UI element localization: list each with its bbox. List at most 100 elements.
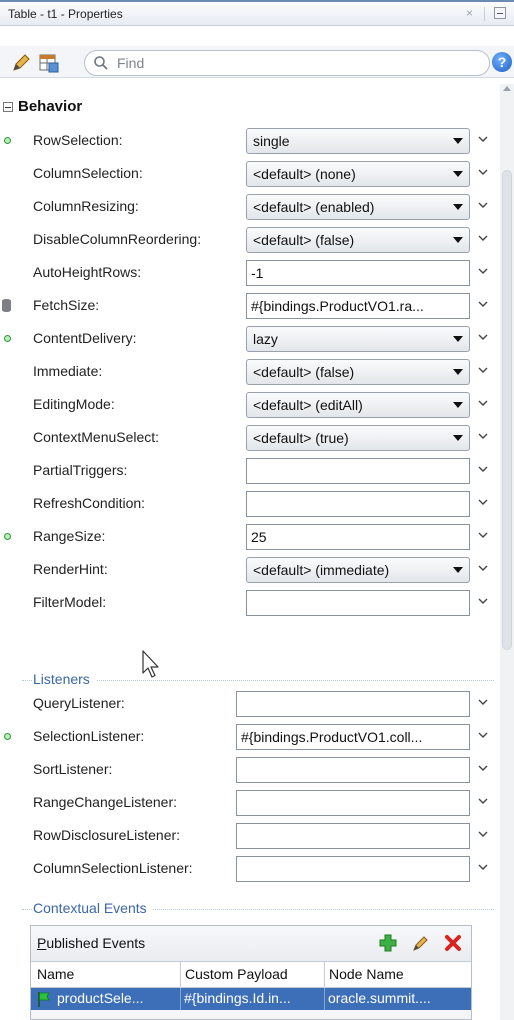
dropdown-arrow-icon[interactable] xyxy=(453,171,463,177)
chevron-down-icon[interactable] xyxy=(478,596,488,606)
title-bar: Table - t1 - Properties × xyxy=(0,0,514,26)
chevron-down-icon[interactable] xyxy=(478,530,488,540)
minimize-icon[interactable] xyxy=(494,7,506,19)
help-icon[interactable]: ? xyxy=(492,52,512,72)
property-row: SelectionListener: #{bindings.ProductVO1.… xyxy=(0,722,500,752)
event-node-cell: oracle.summit.... xyxy=(328,990,431,1006)
dropdown-arrow-icon[interactable] xyxy=(453,138,463,144)
property-input[interactable] xyxy=(236,856,470,882)
property-row: DisableColumnReordering: <default> (false… xyxy=(0,225,500,255)
property-input[interactable] xyxy=(246,491,470,517)
collapse-icon[interactable] xyxy=(3,102,13,112)
dropdown-arrow-icon[interactable] xyxy=(453,435,463,441)
property-label: ColumnResizing: xyxy=(33,198,139,214)
chevron-down-icon[interactable] xyxy=(478,563,488,573)
dropdown-value: single xyxy=(253,133,290,149)
column-header-payload[interactable]: Custom Payload xyxy=(185,966,288,982)
section-title: Behavior xyxy=(18,98,83,115)
dropdown-arrow-icon[interactable] xyxy=(453,402,463,408)
search-field[interactable] xyxy=(84,50,490,76)
table-icon[interactable] xyxy=(38,52,60,74)
chevron-down-icon[interactable] xyxy=(478,299,488,309)
chevron-down-icon[interactable] xyxy=(478,398,488,408)
chevron-down-icon[interactable] xyxy=(478,266,488,276)
property-input[interactable]: -1 xyxy=(246,260,470,286)
property-dropdown[interactable]: <default> (false) xyxy=(246,227,470,253)
property-input[interactable]: 25 xyxy=(246,524,470,550)
chevron-down-icon[interactable] xyxy=(478,431,488,441)
dropdown-arrow-icon[interactable] xyxy=(453,237,463,243)
property-row: RowDisclosureListener: xyxy=(0,821,500,851)
property-label: SelectionListener: xyxy=(33,728,145,744)
property-dropdown[interactable]: lazy xyxy=(246,326,470,352)
property-row: PartialTriggers: xyxy=(0,456,500,486)
property-dropdown[interactable]: single xyxy=(246,128,470,154)
column-divider[interactable] xyxy=(324,962,325,988)
chevron-down-icon[interactable] xyxy=(478,862,488,872)
property-input[interactable]: #{bindings.ProductVO1.coll... xyxy=(236,724,470,750)
property-label: SortListener: xyxy=(33,761,113,777)
property-dropdown[interactable]: <default> (false) xyxy=(246,359,470,385)
add-icon[interactable] xyxy=(379,934,397,952)
property-row: RangeChangeListener: xyxy=(0,788,500,818)
property-label: EditingMode: xyxy=(33,396,115,412)
dropdown-value: <default> (immediate) xyxy=(253,562,390,578)
property-input[interactable] xyxy=(236,691,470,717)
property-input[interactable]: #{bindings.ProductVO1.ra... xyxy=(246,293,470,319)
chevron-down-icon[interactable] xyxy=(478,200,488,210)
database-icon xyxy=(2,299,11,312)
property-label: ContextMenuSelect: xyxy=(33,429,160,445)
dropdown-arrow-icon[interactable] xyxy=(453,204,463,210)
properties-panel: Behavior RowSelection: single ColumnSelect… xyxy=(0,78,514,1020)
edit-icon[interactable] xyxy=(412,934,430,952)
property-input[interactable] xyxy=(246,590,470,616)
chevron-down-icon[interactable] xyxy=(478,730,488,740)
modified-indicator-icon xyxy=(4,733,11,740)
property-row: RefreshCondition: xyxy=(0,489,500,519)
listeners-subsection: Listeners xyxy=(0,669,500,691)
chevron-down-icon[interactable] xyxy=(478,365,488,375)
search-input[interactable] xyxy=(115,54,475,72)
property-dropdown[interactable]: <default> (true) xyxy=(246,425,470,451)
property-row: RowSelection: single xyxy=(0,126,500,156)
close-icon[interactable]: × xyxy=(466,6,473,20)
dropdown-arrow-icon[interactable] xyxy=(453,369,463,375)
property-label: FetchSize: xyxy=(33,297,100,313)
property-input[interactable] xyxy=(236,790,470,816)
chevron-down-icon[interactable] xyxy=(478,796,488,806)
chevron-down-icon[interactable] xyxy=(478,134,488,144)
property-row: Immediate: <default> (false) xyxy=(0,357,500,387)
property-dropdown[interactable]: <default> (none) xyxy=(246,161,470,187)
chevron-down-icon[interactable] xyxy=(478,464,488,474)
column-header-node[interactable]: Node Name xyxy=(329,966,404,982)
property-label: PartialTriggers: xyxy=(33,462,128,478)
dropdown-arrow-icon[interactable] xyxy=(453,336,463,342)
chevron-down-icon[interactable] xyxy=(478,497,488,507)
chevron-down-icon[interactable] xyxy=(478,233,488,243)
property-dropdown[interactable]: <default> (editAll) xyxy=(246,392,470,418)
behavior-section-header[interactable]: Behavior xyxy=(0,98,500,120)
column-divider[interactable] xyxy=(180,962,181,988)
mouse-cursor-icon xyxy=(142,650,159,678)
chevron-down-icon[interactable] xyxy=(478,697,488,707)
table-row[interactable]: productSele... #{bindings.Id.in... oracl… xyxy=(31,988,471,1010)
chevron-down-icon[interactable] xyxy=(478,332,488,342)
property-dropdown[interactable]: <default> (immediate) xyxy=(246,557,470,583)
property-dropdown[interactable]: <default> (enabled) xyxy=(246,194,470,220)
property-input[interactable] xyxy=(246,458,470,484)
dropdown-value: lazy xyxy=(253,331,278,347)
dropdown-value: <default> (enabled) xyxy=(253,199,375,215)
property-row: AutoHeightRows: -1 xyxy=(0,258,500,288)
chevron-down-icon[interactable] xyxy=(478,829,488,839)
modified-indicator-icon xyxy=(4,137,11,144)
property-input[interactable] xyxy=(236,757,470,783)
delete-icon[interactable] xyxy=(444,934,462,952)
property-input[interactable] xyxy=(236,823,470,849)
chevron-down-icon[interactable] xyxy=(478,763,488,773)
pencil-icon[interactable] xyxy=(10,52,32,74)
property-row: RangeSize: 25 xyxy=(0,522,500,552)
column-header-name[interactable]: Name xyxy=(37,966,74,982)
chevron-down-icon[interactable] xyxy=(478,167,488,177)
published-events-label: Published Events xyxy=(37,935,146,951)
dropdown-arrow-icon[interactable] xyxy=(453,567,463,573)
